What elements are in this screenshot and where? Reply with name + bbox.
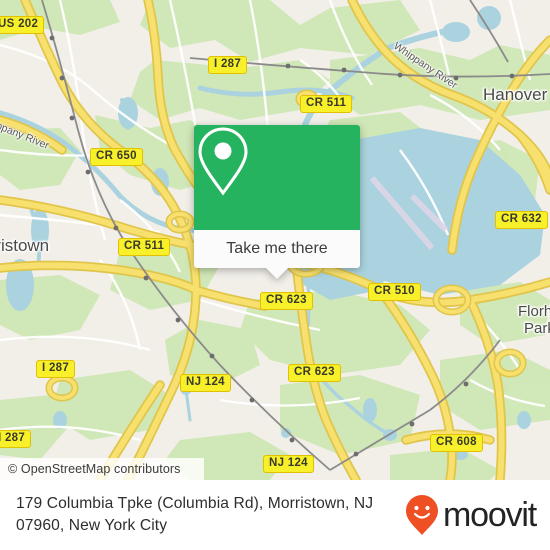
road-shield-cr-608[interactable]: CR 608 — [430, 434, 483, 452]
road-shield-cr-511-west[interactable]: CR 511 — [118, 238, 171, 256]
popup-header — [194, 125, 360, 230]
place-label-hanover: Hanover — [483, 85, 548, 104]
road-shield-cr-623-lower[interactable]: CR 623 — [288, 364, 341, 382]
address-line-1: 179 Columbia Tpke (Columbia Rd), Morrist… — [16, 495, 374, 512]
road-shield-i-287-north[interactable]: I 287 — [208, 56, 248, 74]
moovit-pin-icon — [406, 495, 439, 535]
take-me-there-button[interactable]: Take me there — [194, 230, 360, 268]
place-label-park: Park — [524, 320, 550, 337]
location-popup-card[interactable]: Take me there — [194, 125, 360, 279]
address-line-2: 07960, New York City — [16, 517, 168, 534]
location-pin-icon — [198, 127, 248, 196]
road-shield-cr-623-upper[interactable]: CR 623 — [260, 292, 313, 310]
address-text: 179 Columbia Tpke (Columbia Rd), Morrist… — [16, 493, 405, 537]
road-shield-cr-632[interactable]: CR 632 — [495, 211, 548, 229]
map-canvas[interactable]: Hanover Morristown Florham Park Whippany… — [0, 0, 550, 480]
road-shield-i-287-edge[interactable]: I 287 — [0, 430, 32, 448]
road-shield-cr-510[interactable]: CR 510 — [368, 283, 421, 301]
road-shield-i-287-south[interactable]: I 287 — [36, 360, 76, 378]
road-shield-cr-511-north[interactable]: CR 511 — [300, 95, 353, 113]
moovit-wordmark: moovit — [443, 496, 537, 534]
address-footer-bar: 179 Columbia Tpke (Columbia Rd), Morrist… — [0, 480, 550, 550]
road-shield-nj-124-mid[interactable]: NJ 124 — [180, 374, 231, 392]
map-screenshot: Hanover Morristown Florham Park Whippany… — [0, 0, 550, 550]
place-label-florham: Florham — [518, 303, 550, 320]
place-label-morristown: Morristown — [0, 236, 50, 255]
map-attribution[interactable]: © OpenStreetMap contributors — [0, 458, 204, 480]
road-shield-us-202[interactable]: US 202 — [0, 16, 45, 34]
moovit-logo[interactable]: moovit — [405, 494, 537, 536]
popup-pointer-tail — [266, 268, 288, 279]
road-shield-nj-124-bottom[interactable]: NJ 124 — [263, 455, 314, 473]
road-shield-cr-650[interactable]: CR 650 — [90, 148, 143, 166]
